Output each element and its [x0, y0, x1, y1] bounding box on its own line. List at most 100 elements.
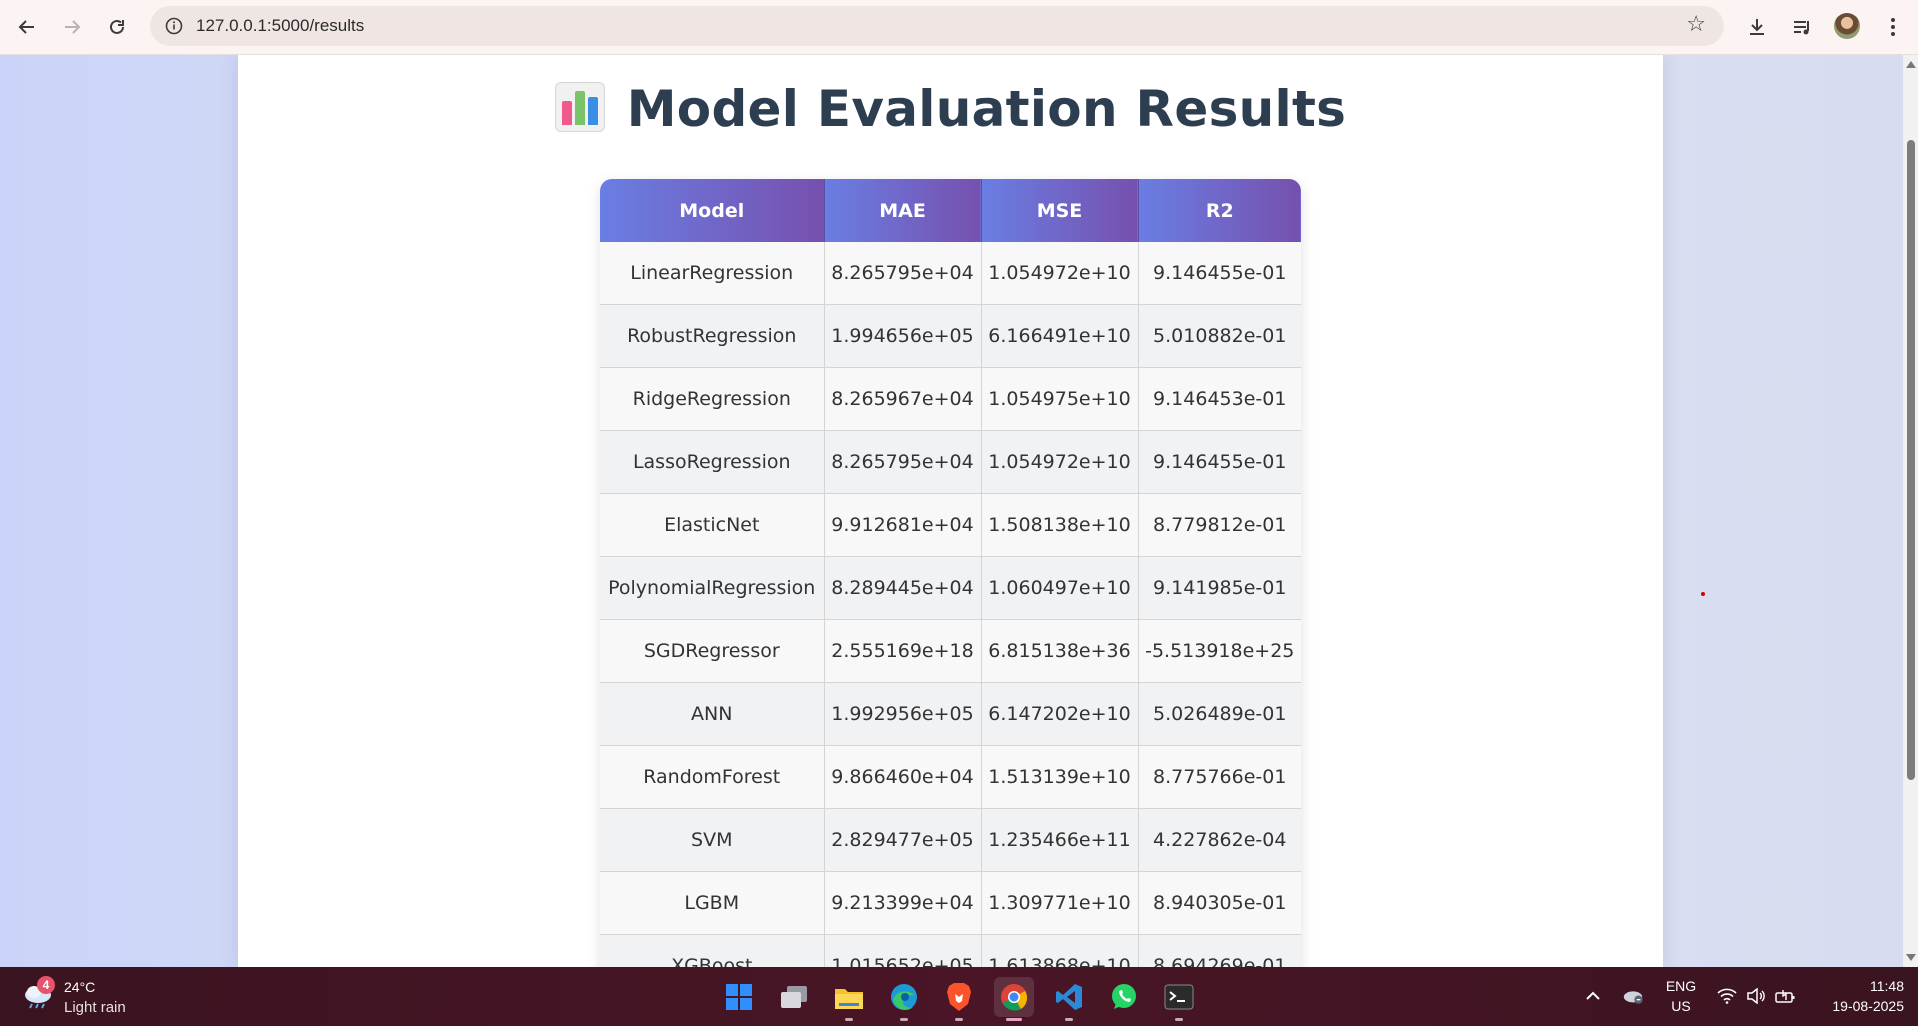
cell-mse: 6.815138e+36 [981, 619, 1139, 683]
bar-chart-icon [554, 82, 605, 132]
volume-icon[interactable] [1745, 986, 1767, 1006]
cell-mae: 1.992956e+05 [824, 682, 982, 746]
cell-model: SVM [600, 808, 825, 872]
results-table: Model MAE MSE R2 LinearRegression 8.26579… [600, 179, 1301, 967]
cell-r2: 8.775766e-01 [1138, 745, 1301, 809]
header-mae: MAE [824, 179, 982, 242]
terminal-icon[interactable] [1159, 977, 1199, 1017]
content-card: Model Evaluation Results Model MAE MSE R… [238, 55, 1705, 967]
table-row: LassoRegression 8.265795e+04 1.054972e+10 9… [600, 430, 1301, 494]
table-row: SVM 2.829477e+05 1.235466e+11 4.227862e-04 [600, 808, 1301, 872]
cell-mse: 1.613868e+10 [981, 934, 1139, 967]
table-row: SGDRegressor 2.555169e+18 6.815138e+36 -5.5… [600, 619, 1301, 683]
address-bar[interactable]: 127.0.0.1:5000/results ☆ [150, 6, 1724, 46]
weather-temp: 24°C [64, 979, 96, 995]
cell-r2: 9.146453e-01 [1138, 367, 1301, 431]
cell-r2: 5.010882e-01 [1138, 304, 1301, 368]
cell-mae: 1.994656e+05 [824, 304, 982, 368]
battery-icon[interactable] [1774, 986, 1796, 1006]
downloads-icon[interactable] [1740, 10, 1774, 44]
cell-model: LGBM [600, 871, 825, 935]
cell-r2: -5.513918e+25 [1138, 619, 1301, 683]
cell-model: RobustRegression [600, 304, 825, 368]
scroll-thumb[interactable] [1907, 140, 1915, 780]
cell-r2: 8.779812e-01 [1138, 493, 1301, 557]
weather-badge: 4 [37, 976, 55, 994]
cell-mae: 8.289445e+04 [824, 556, 982, 620]
table-row: LinearRegression 8.265795e+04 1.054972e+10… [600, 242, 1301, 305]
media-control-icon[interactable] [1785, 10, 1819, 44]
cell-r2: 8.940305e-01 [1138, 871, 1301, 935]
cell-model: XGBoost [600, 934, 825, 967]
cell-mse: 6.147202e+10 [981, 682, 1139, 746]
brave-icon[interactable] [939, 977, 979, 1017]
table-row: ANN 1.992956e+05 6.147202e+10 5.026489e-01 [600, 682, 1301, 746]
clock-date[interactable]: 19-08-2025 [1814, 998, 1904, 1014]
cell-mse: 1.513139e+10 [981, 745, 1139, 809]
cell-mae: 9.213399e+04 [824, 871, 982, 935]
table-row: PolynomialRegression 8.289445e+04 1.060497… [600, 556, 1301, 620]
cell-mae: 8.265795e+04 [824, 242, 982, 305]
chrome-icon[interactable] [994, 977, 1034, 1017]
cell-r2: 5.026489e-01 [1138, 682, 1301, 746]
onedrive-icon[interactable] [1622, 986, 1644, 1006]
table-header-row: Model MAE MSE R2 [600, 179, 1301, 242]
scroll-down-arrow-icon[interactable] [1906, 954, 1916, 961]
cell-mae: 2.555169e+18 [824, 619, 982, 683]
whatsapp-icon[interactable] [1104, 977, 1144, 1017]
cell-mae: 8.265967e+04 [824, 367, 982, 431]
cell-mae: 9.866460e+04 [824, 745, 982, 809]
taskbar: 4 24°C Light rain ENG US 11:48 19-08-202… [0, 967, 1918, 1026]
cell-r2: 9.141985e-01 [1138, 556, 1301, 620]
chevron-up-icon[interactable] [1582, 986, 1604, 1006]
scroll-up-arrow-icon[interactable] [1906, 61, 1916, 68]
cell-mse: 1.309771e+10 [981, 871, 1139, 935]
browser-toolbar: 127.0.0.1:5000/results ☆ [0, 0, 1918, 55]
cell-r2: 9.146455e-01 [1138, 430, 1301, 494]
header-mse: MSE [981, 179, 1139, 242]
cell-model: SGDRegressor [600, 619, 825, 683]
start-icon[interactable] [719, 977, 759, 1017]
profile-avatar[interactable] [1834, 13, 1860, 39]
edge-icon[interactable] [884, 977, 924, 1017]
forward-arrow-icon [65, 20, 81, 34]
clock-time[interactable]: 11:48 [1814, 978, 1904, 994]
table-row: LGBM 9.213399e+04 1.309771e+10 8.940305e-01 [600, 871, 1301, 935]
cell-mse: 1.235466e+11 [981, 808, 1139, 872]
table-row: RidgeRegression 8.265967e+04 1.054975e+10 9… [600, 367, 1301, 431]
cell-mse: 6.166491e+10 [981, 304, 1139, 368]
cell-mae: 8.265795e+04 [824, 430, 982, 494]
vscode-icon[interactable] [1049, 977, 1089, 1017]
cell-mse: 1.508138e+10 [981, 493, 1139, 557]
cell-model: LinearRegression [600, 242, 825, 305]
reload-button[interactable] [100, 10, 134, 44]
cell-mse: 1.054972e+10 [981, 242, 1139, 305]
cell-r2: 8.694269e-01 [1138, 934, 1301, 967]
header-model: Model [600, 179, 825, 242]
cell-mae: 9.912681e+04 [824, 493, 982, 557]
vertical-scrollbar[interactable] [1903, 55, 1918, 967]
file-explorer-icon[interactable] [829, 977, 869, 1017]
bookmark-star-icon[interactable]: ☆ [1686, 12, 1706, 37]
task-view-icon[interactable] [774, 977, 814, 1017]
site-info-icon[interactable] [162, 14, 186, 38]
table-row: RandomForest 9.866460e+04 1.513139e+10 8.77… [600, 745, 1301, 809]
cell-r2: 9.146455e-01 [1138, 242, 1301, 305]
reload-icon [110, 19, 124, 34]
results-table-container: Model MAE MSE R2 LinearRegression 8.26579… [600, 179, 1301, 967]
language-text[interactable]: ENG [1664, 978, 1698, 994]
cell-model: ElasticNet [600, 493, 825, 557]
cell-mae: 2.829477e+05 [824, 808, 982, 872]
cell-mae: 1.015652e+05 [824, 934, 982, 967]
table-row: ElasticNet 9.912681e+04 1.508138e+10 8.7798… [600, 493, 1301, 557]
back-button[interactable] [10, 10, 44, 44]
header-r2: R2 [1138, 179, 1301, 242]
cell-model: ANN [600, 682, 825, 746]
url-text[interactable]: 127.0.0.1:5000/results [196, 16, 364, 36]
table-row: RobustRegression 1.994656e+05 6.166491e+10… [600, 304, 1301, 368]
wifi-icon[interactable] [1716, 986, 1738, 1006]
forward-button[interactable] [55, 10, 89, 44]
menu-kebab-icon[interactable] [1876, 10, 1910, 44]
region-text[interactable]: US [1664, 998, 1698, 1014]
cell-mse: 1.060497e+10 [981, 556, 1139, 620]
